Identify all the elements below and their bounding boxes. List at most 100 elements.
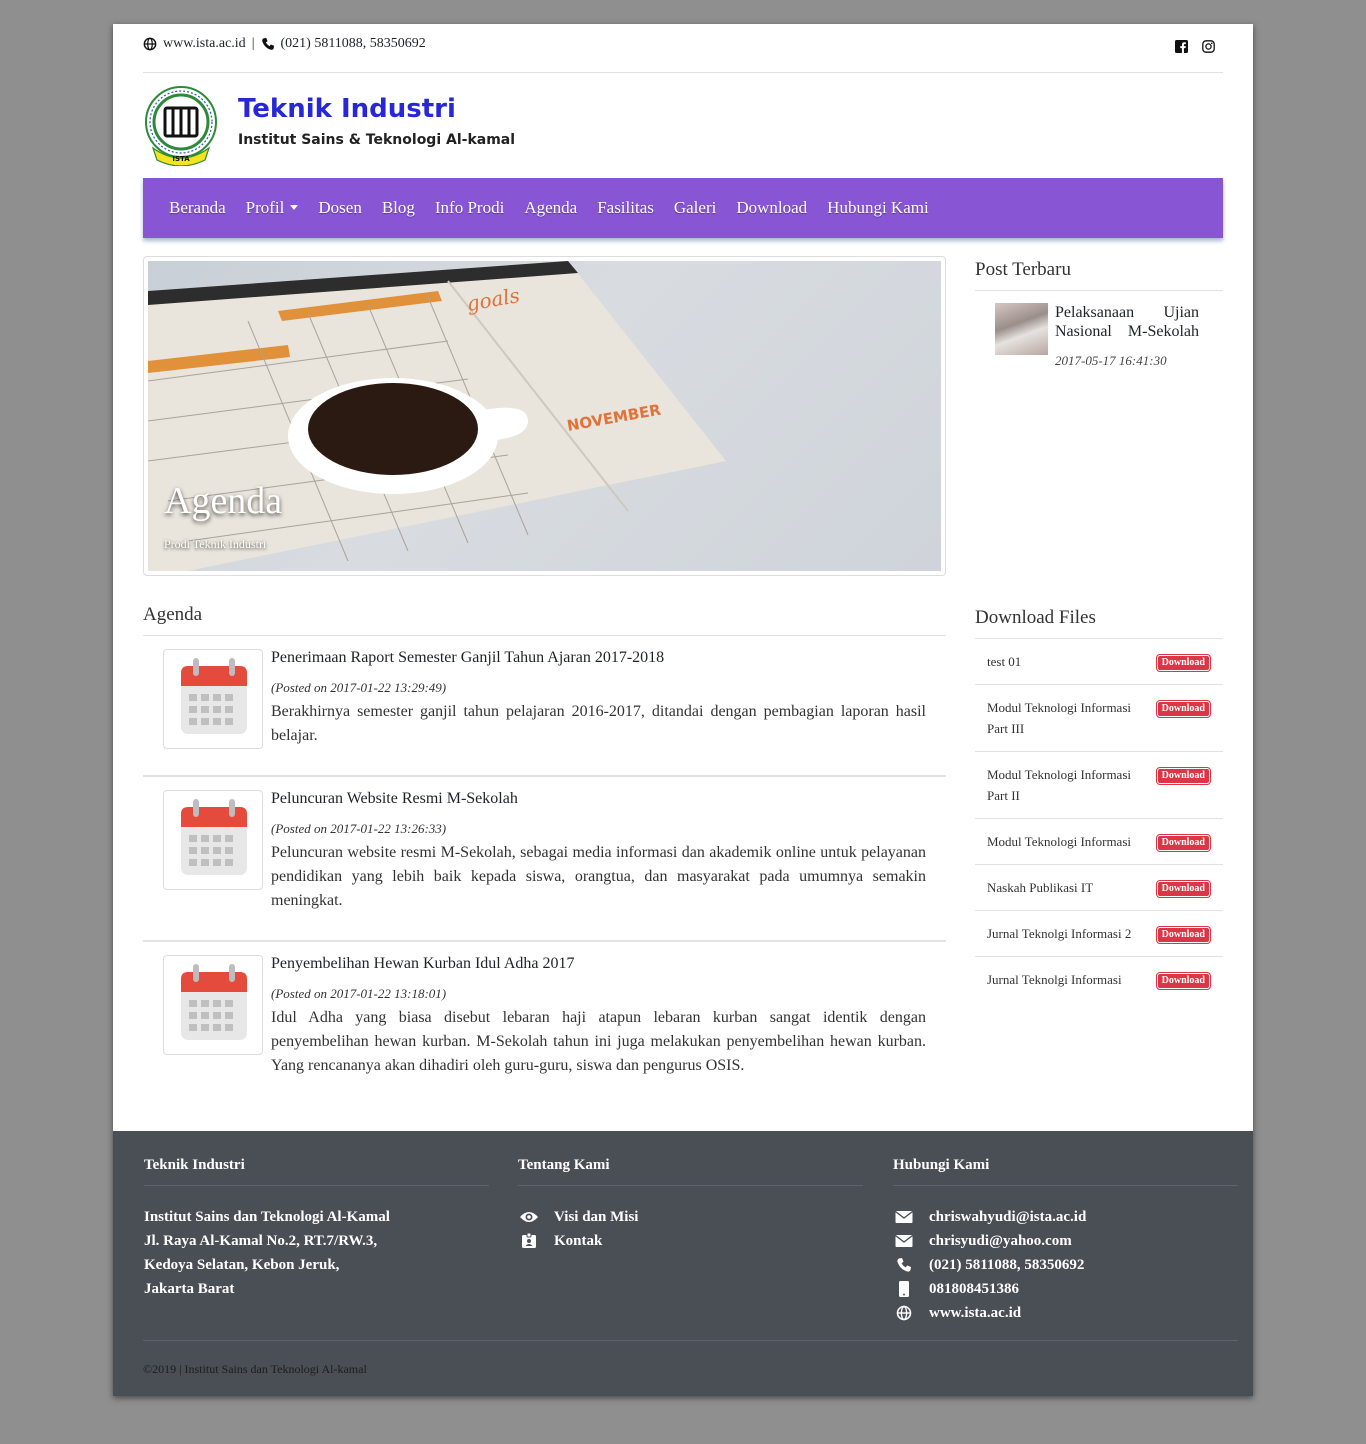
- download-item: Modul Teknologi Informasi Part II Downloa…: [975, 752, 1223, 819]
- footer-bottom-divider: [143, 1340, 1238, 1341]
- latest-posts-section: Post Terbaru Pelaksanaan Ujian Nasional …: [975, 259, 1223, 381]
- address-line: Kedoya Selatan, Kebon Jeruk,: [144, 1257, 340, 1273]
- nav-profil-dropdown[interactable]: Profil: [236, 198, 309, 218]
- nav-hubungi-kami[interactable]: Hubungi Kami: [817, 198, 939, 218]
- download-files-section: Download Files test 01 Download Modul Tek…: [975, 607, 1223, 1002]
- agenda-date: (Posted on 2017-01-22 13:26:33): [271, 821, 447, 836]
- nav-info-prodi[interactable]: Info Prodi: [425, 198, 514, 218]
- download-button[interactable]: Download: [1156, 655, 1210, 671]
- footer-email-1: chriswahyudi@ista.ac.id: [893, 1205, 1086, 1229]
- calendar-icon: [163, 790, 263, 890]
- footer-link-label: Visi dan Misi: [554, 1209, 639, 1225]
- footer-contacts: chriswahyudi@ista.ac.id chrisyudi@yahoo.…: [893, 1205, 1086, 1325]
- phone-number: (021) 5811088, 58350692: [929, 1257, 1085, 1273]
- agenda-description: Berakhirnya semester ganjil tahun pelaja…: [271, 703, 926, 744]
- agenda-divider: [143, 940, 946, 942]
- download-files-heading: Download Files: [975, 607, 1223, 639]
- chevron-down-icon: [290, 205, 299, 210]
- instagram-icon[interactable]: [1202, 40, 1215, 53]
- nav-dosen[interactable]: Dosen: [308, 198, 371, 218]
- footer-link-kontak[interactable]: Kontak: [518, 1229, 638, 1253]
- download-button[interactable]: Download: [1156, 701, 1210, 717]
- phone-icon: [261, 37, 274, 50]
- top-contact: www.ista.ac.id | (021) 5811088, 58350692: [143, 36, 426, 52]
- calendar-icon: [163, 955, 263, 1055]
- download-button[interactable]: Download: [1156, 973, 1210, 989]
- footer-website: www.ista.ac.id: [893, 1301, 1086, 1325]
- nav-galeri[interactable]: Galeri: [664, 198, 726, 218]
- download-item: Jurnal Teknolgi Informasi 2 Download: [975, 911, 1223, 957]
- download-item: Jurnal Teknolgi Informasi Download: [975, 957, 1223, 1002]
- site-title[interactable]: Teknik Industri: [238, 94, 456, 124]
- planner-illustration: goals NOVEMBER: [148, 261, 726, 571]
- logo-text: ISTA: [172, 155, 190, 163]
- hero-title: Agenda: [164, 480, 283, 522]
- footer-links: Visi dan Misi Kontak: [518, 1205, 638, 1253]
- agenda-date: (Posted on 2017-01-22 13:29:49): [271, 680, 447, 695]
- website-link[interactable]: www.ista.ac.id: [929, 1301, 1021, 1325]
- agenda-title[interactable]: Penerimaan Raport Semester Ganjil Tahun …: [271, 649, 664, 667]
- footer-col1-divider: [144, 1185, 489, 1186]
- ista-logo[interactable]: ISTA: [143, 84, 219, 166]
- latest-post-item[interactable]: Pelaksanaan Ujian Nasional M-Sekolah 201…: [975, 291, 1223, 381]
- address-line: Jl. Raya Al-Kamal No.2, RT.7/RW.3,: [144, 1233, 378, 1249]
- agenda-title[interactable]: Penyembelihan Hewan Kurban Idul Adha 201…: [271, 955, 574, 973]
- download-file-name: Modul Teknologi Informasi: [987, 834, 1132, 849]
- download-item: test 01 Download: [975, 639, 1223, 685]
- eye-icon: [520, 1212, 538, 1222]
- download-item: Modul Teknologi Informasi Part III Downlo…: [975, 685, 1223, 752]
- footer-col3-divider: [893, 1185, 1238, 1186]
- nav-profil-label: Profil: [245, 198, 285, 217]
- download-item: Naskah Publikasi IT Download: [975, 865, 1223, 911]
- download-file-name: Modul Teknologi Informasi Part III: [987, 700, 1132, 736]
- post-date: 2017-05-17 16:41:30: [1055, 353, 1167, 368]
- footer-email-2: chrisyudi@yahoo.com: [893, 1229, 1086, 1253]
- download-file-name: Naskah Publikasi IT: [987, 880, 1094, 895]
- nav-beranda[interactable]: Beranda: [159, 198, 236, 218]
- email-link[interactable]: chriswahyudi@ista.ac.id: [929, 1205, 1086, 1229]
- agenda-title[interactable]: Peluncuran Website Resmi M-Sekolah: [271, 790, 518, 808]
- nav-blog[interactable]: Blog: [372, 198, 425, 218]
- nav-download[interactable]: Download: [726, 198, 817, 218]
- footer-mobile: 081808451386: [893, 1277, 1086, 1301]
- email-link[interactable]: chrisyudi@yahoo.com: [929, 1229, 1072, 1253]
- nav-agenda[interactable]: Agenda: [514, 198, 587, 218]
- download-item: Modul Teknologi Informasi Download: [975, 819, 1223, 865]
- agenda-divider: [143, 775, 946, 777]
- agenda-description: Peluncuran website resmi M-Sekolah, seba…: [271, 844, 926, 909]
- footer-col2-divider: [518, 1185, 863, 1186]
- agenda-description: Idul Adha yang biasa disebut lebaran haj…: [271, 1009, 926, 1074]
- download-button[interactable]: Download: [1156, 927, 1210, 943]
- id-card-icon: [522, 1233, 536, 1248]
- post-title[interactable]: Pelaksanaan Ujian Nasional M-Sekolah: [1055, 303, 1199, 341]
- hero-banner: goals NOVEMBER Agenda Prodi Teknik Indus…: [143, 256, 946, 576]
- footer-address: Institut Sains dan Teknologi Al-Kamal Jl…: [144, 1205, 390, 1301]
- envelope-icon: [895, 1234, 913, 1247]
- site-subtitle: Institut Sains & Teknologi Al-kamal: [238, 132, 516, 148]
- mobile-phone-icon: [899, 1281, 909, 1297]
- phone-icon: [897, 1258, 911, 1272]
- footer-col2-heading: Tentang Kami: [518, 1157, 610, 1173]
- address-line: Institut Sains dan Teknologi Al-Kamal: [144, 1209, 390, 1225]
- nav-fasilitas[interactable]: Fasilitas: [587, 198, 664, 218]
- latest-posts-heading: Post Terbaru: [975, 259, 1223, 291]
- download-list: test 01 Download Modul Teknologi Informas…: [975, 639, 1223, 1002]
- download-button[interactable]: Download: [1156, 835, 1210, 851]
- post-thumbnail[interactable]: [995, 303, 1048, 355]
- envelope-icon: [895, 1210, 913, 1223]
- download-file-name: Jurnal Teknolgi Informasi 2: [987, 926, 1132, 941]
- agenda-date: (Posted on 2017-01-22 13:18:01): [271, 986, 447, 1001]
- top-phone: (021) 5811088, 58350692: [280, 36, 426, 51]
- download-file-name: test 01: [987, 654, 1022, 669]
- site-footer: Teknik Industri Institut Sains dan Tekno…: [113, 1131, 1253, 1396]
- download-button[interactable]: Download: [1156, 881, 1210, 897]
- copyright: ©2019 | Institut Sains dan Teknologi Al-…: [143, 1362, 367, 1376]
- page-container: www.ista.ac.id | (021) 5811088, 58350692…: [113, 24, 1253, 1396]
- address-line: Jakarta Barat: [144, 1281, 235, 1297]
- facebook-icon[interactable]: [1175, 40, 1188, 53]
- download-button[interactable]: Download: [1156, 768, 1210, 784]
- footer-link-visi-misi[interactable]: Visi dan Misi: [518, 1205, 638, 1229]
- top-website-link[interactable]: www.ista.ac.id: [163, 36, 246, 52]
- download-file-name: Jurnal Teknolgi Informasi: [987, 972, 1122, 987]
- hero-image: goals NOVEMBER Agenda Prodi Teknik Indus…: [148, 261, 941, 571]
